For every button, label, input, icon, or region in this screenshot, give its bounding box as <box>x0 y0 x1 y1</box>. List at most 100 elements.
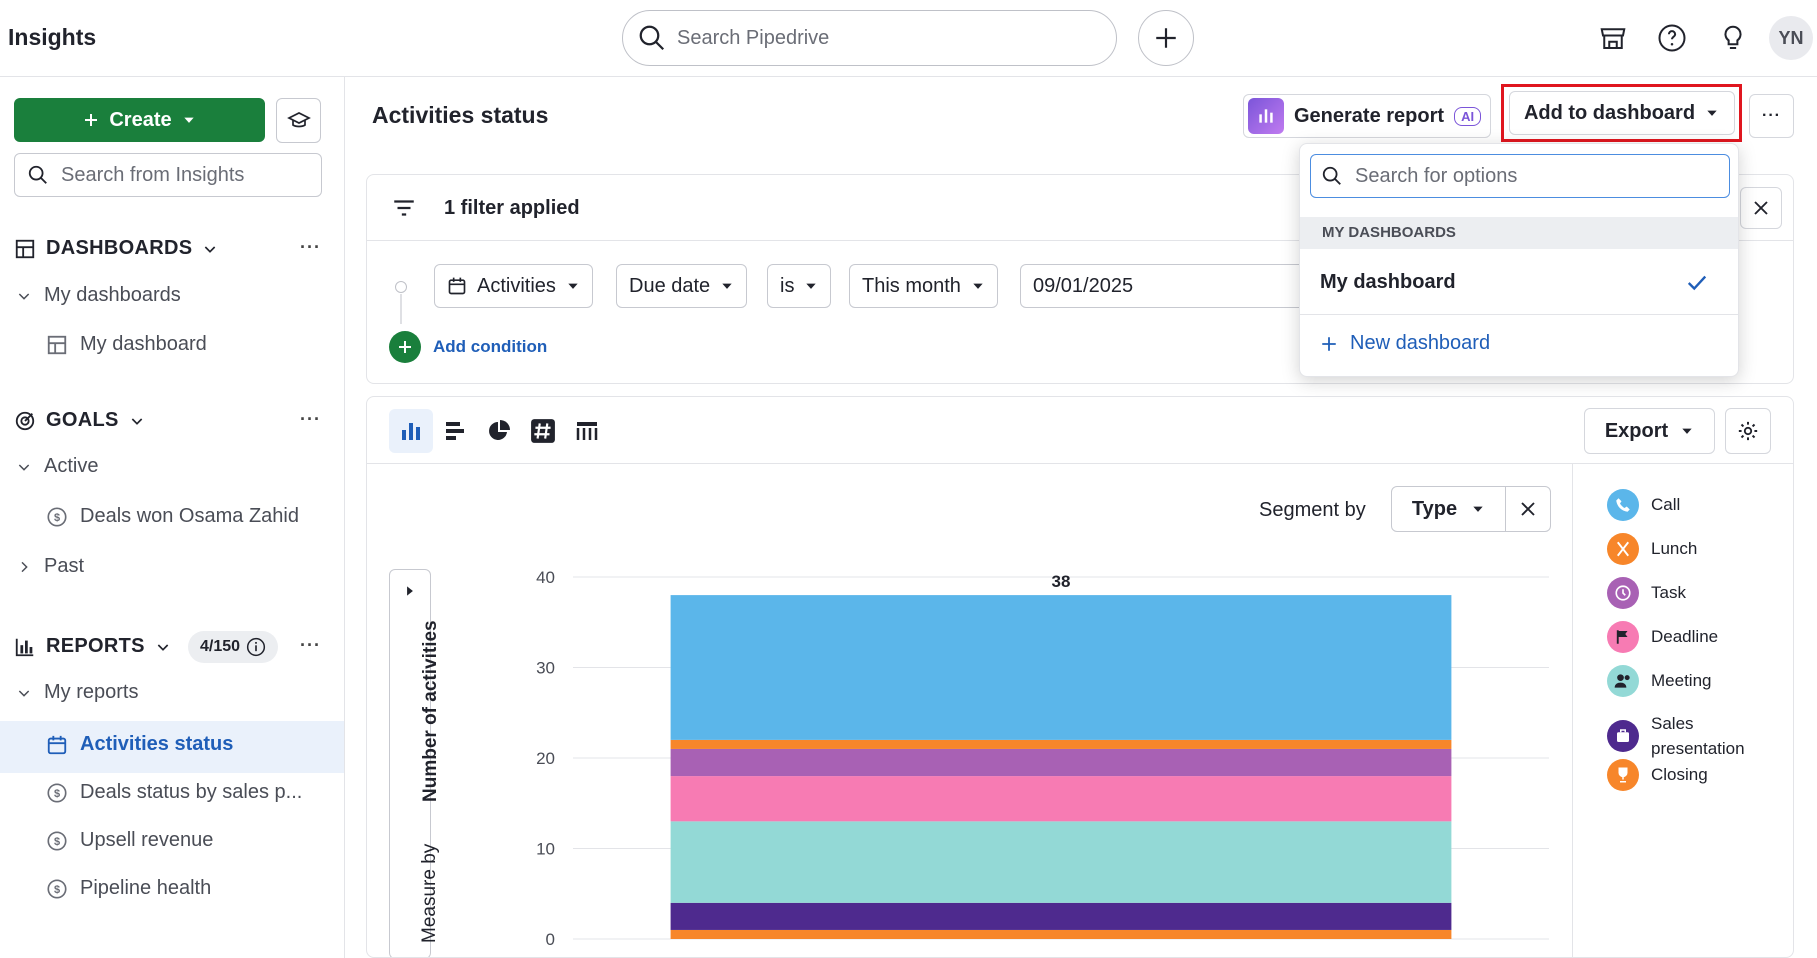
legend-item-task[interactable]: Task <box>1607 577 1686 609</box>
dropdown-section-header: MY DASHBOARDS <box>1300 217 1738 249</box>
bar-segment-call[interactable] <box>670 595 1452 740</box>
bar-segment-meeting[interactable] <box>670 821 1452 903</box>
sidebar: Create Search from Insights DASHBOARDS ·… <box>0 77 345 958</box>
caret-down-icon <box>806 283 817 289</box>
goals-more-icon[interactable]: ··· <box>300 409 321 430</box>
add-to-dashboard-button[interactable]: Add to dashboard <box>1508 91 1735 135</box>
sidebar-item-upsell-revenue[interactable]: $ Upsell revenue <box>46 829 213 852</box>
insights-search-input[interactable]: Search from Insights <box>14 153 322 197</box>
search-icon <box>1322 166 1341 185</box>
trophy-icon <box>1607 759 1639 791</box>
export-button[interactable]: Export <box>1584 408 1715 454</box>
y-tick-label: 10 <box>536 840 555 859</box>
dashboard-icon <box>47 335 67 354</box>
add-condition-button[interactable]: Add condition <box>389 331 547 363</box>
goals-past-label: Past <box>44 555 85 577</box>
user-avatar[interactable]: YN <box>1769 16 1813 60</box>
dropdown-item-my-dashboard[interactable]: My dashboard <box>1300 251 1738 315</box>
plus-icon <box>1156 28 1176 48</box>
filter-period-select[interactable]: This month <box>849 264 998 308</box>
report-more-button[interactable]: ··· <box>1749 94 1794 138</box>
bar-segment-deadline[interactable] <box>670 776 1452 822</box>
plus-icon <box>1322 336 1336 351</box>
goals-section-header[interactable]: GOALS <box>14 409 145 432</box>
utensils-icon <box>1607 533 1639 565</box>
tips-button[interactable] <box>1714 19 1752 57</box>
close-icon <box>1754 201 1768 215</box>
help-icon <box>1658 24 1686 52</box>
legend-item-sales-presentation[interactable]: Sales presentation <box>1607 711 1761 761</box>
sidebar-item-deals-won[interactable]: $ Deals won Osama Zahid <box>46 505 299 528</box>
dashboards-more-icon[interactable]: ··· <box>300 237 321 258</box>
svg-text:$: $ <box>54 788 60 800</box>
close-filter-button[interactable] <box>1740 187 1782 229</box>
add-to-dashboard-label: Add to dashboard <box>1523 101 1696 124</box>
marketplace-button[interactable] <box>1594 19 1632 57</box>
info-icon[interactable] <box>246 637 266 657</box>
goals-active-group[interactable]: Active <box>16 455 98 478</box>
caret-down-icon <box>568 283 578 289</box>
filter-date-input[interactable]: 09/01/2025 <box>1020 264 1310 308</box>
new-dashboard-button[interactable]: New dashboard <box>1320 332 1490 355</box>
filter-entity-select[interactable]: Activities <box>434 264 593 308</box>
global-search-input[interactable]: Search Pipedrive <box>622 10 1117 66</box>
dashboards-section-header[interactable]: DASHBOARDS <box>14 237 218 260</box>
sidebar-item-pipeline-health[interactable]: $ Pipeline health <box>46 877 211 900</box>
new-dashboard-label: New dashboard <box>1350 332 1491 354</box>
chevron-right-icon <box>21 561 28 572</box>
my-dashboards-group[interactable]: My dashboards <box>16 284 181 307</box>
sidebar-item-activities-status[interactable]: Activities status <box>46 733 233 756</box>
bar-chart-icon <box>15 638 34 656</box>
caret-down-icon <box>1707 110 1717 116</box>
create-label: Create <box>109 108 172 131</box>
legend-item-call[interactable]: Call <box>1607 489 1680 521</box>
chevron-down-icon <box>157 643 169 651</box>
bar-segment-task[interactable] <box>670 748 1452 777</box>
store-icon <box>1600 28 1626 49</box>
create-button[interactable]: Create <box>14 98 265 142</box>
filter-entity-value: Activities <box>477 274 556 297</box>
dashboard-icon <box>15 239 35 258</box>
help-button[interactable] <box>1653 19 1691 57</box>
filter-field-value: Due date <box>629 274 711 297</box>
target-icon <box>15 411 35 430</box>
legend-item-meeting[interactable]: Meeting <box>1607 665 1711 697</box>
legend-item-lunch[interactable]: Lunch <box>1607 533 1697 565</box>
filter-operator-select[interactable]: is <box>767 264 832 308</box>
legend-item-deadline[interactable]: Deadline <box>1607 621 1718 653</box>
filter-date-value: 09/01/2025 <box>1033 274 1134 297</box>
insights-search-placeholder: Search from Insights <box>61 163 245 186</box>
caret-down-icon <box>722 283 732 289</box>
academy-button[interactable] <box>276 98 321 143</box>
legend-label: Task <box>1651 583 1686 602</box>
reports-section-header[interactable]: REPORTS <box>14 635 171 658</box>
legend-item-closing[interactable]: Closing <box>1607 759 1708 791</box>
filter-field-select[interactable]: Due date <box>616 264 748 308</box>
generate-report-button[interactable]: Generate report AI <box>1243 94 1491 138</box>
caret-down-icon <box>1682 428 1692 434</box>
reports-quota-value: 4/150 <box>199 638 241 655</box>
dropdown-search-input[interactable]: Search for options <box>1310 154 1730 198</box>
goals-past-group[interactable]: Past <box>16 555 84 578</box>
chevron-down-icon <box>205 245 216 253</box>
bar-segment-sales-presentation[interactable] <box>670 902 1452 930</box>
add-to-dashboard-dropdown: Search for options MY DASHBOARDS My dash… <box>1299 143 1739 377</box>
bar-segment-closing[interactable] <box>670 929 1452 939</box>
filter-period-value: This month <box>862 274 961 297</box>
checkmark-icon <box>1687 275 1707 290</box>
chart-panel: Export Segment by Type Number of activit… <box>366 396 1794 958</box>
activities-chart: 0 10 20 30 40 38 To do <box>536 568 1549 957</box>
ai-report-icon <box>1248 98 1284 134</box>
my-reports-group[interactable]: My reports <box>16 681 138 704</box>
quick-add-button[interactable] <box>1138 10 1194 66</box>
calendar-icon <box>448 277 466 295</box>
report-title: Activities status <box>372 102 549 128</box>
chart-settings-button[interactable] <box>1725 408 1771 454</box>
reports-more-icon[interactable]: ··· <box>300 635 321 656</box>
sidebar-item-deals-status[interactable]: $ Deals status by sales p... <box>46 781 302 804</box>
global-search-placeholder: Search Pipedrive <box>677 26 830 49</box>
sidebar-item-my-dashboard[interactable]: My dashboard <box>46 333 207 356</box>
bar-segment-lunch[interactable] <box>670 739 1452 749</box>
my-dashboards-label: My dashboards <box>44 284 181 306</box>
ai-badge: AI <box>1454 106 1482 126</box>
